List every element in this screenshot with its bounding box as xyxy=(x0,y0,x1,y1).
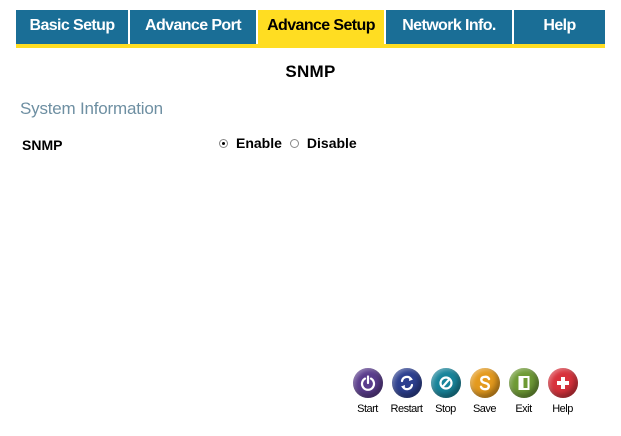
save-button[interactable]: Save xyxy=(465,368,504,415)
stop-icon xyxy=(430,368,461,398)
help-button[interactable]: Help xyxy=(543,368,582,415)
disable-radio[interactable] xyxy=(289,138,299,148)
top-nav: Basic Setup Advance Port Advance Setup N… xyxy=(0,0,621,50)
tab-basic-setup[interactable]: Basic Setup xyxy=(16,10,128,44)
restart-label: Restart xyxy=(390,403,423,415)
power-icon xyxy=(352,368,383,398)
enable-label: Enable xyxy=(236,135,282,151)
exit-label: Exit xyxy=(515,403,532,415)
snmp-enable-option[interactable]: Enable xyxy=(219,135,282,151)
help-icon xyxy=(547,368,578,398)
tab-network-info[interactable]: Network Info. xyxy=(386,10,512,44)
disable-label: Disable xyxy=(306,135,357,151)
tab-advance-setup[interactable]: Advance Setup xyxy=(258,10,384,44)
snmp-disable-option[interactable]: Disable xyxy=(289,135,357,151)
exit-button[interactable]: Exit xyxy=(504,368,543,415)
page-title: SNMP xyxy=(285,62,336,81)
start-button[interactable]: Start xyxy=(348,368,387,415)
stop-button[interactable]: Stop xyxy=(426,368,465,415)
section-heading: System Information xyxy=(20,99,163,118)
tab-advance-port[interactable]: Advance Port xyxy=(130,10,256,44)
help-label: Help xyxy=(552,403,573,415)
restart-icon xyxy=(391,368,422,398)
action-toolbar: Start Restart Stop Save Exit Help xyxy=(348,368,582,415)
save-icon xyxy=(469,368,500,398)
start-label: Start xyxy=(357,403,378,415)
snmp-label: SNMP xyxy=(22,137,63,153)
stop-label: Stop xyxy=(435,403,456,415)
nav-tab-bar: Basic Setup Advance Port Advance Setup N… xyxy=(16,10,605,44)
nav-underline xyxy=(16,44,605,48)
tab-help[interactable]: Help xyxy=(514,10,605,44)
snmp-radio-group: Enable Disable xyxy=(219,135,365,151)
enable-radio[interactable] xyxy=(219,138,228,148)
save-label: Save xyxy=(472,403,497,415)
exit-icon xyxy=(508,368,539,398)
restart-button[interactable]: Restart xyxy=(387,368,426,415)
